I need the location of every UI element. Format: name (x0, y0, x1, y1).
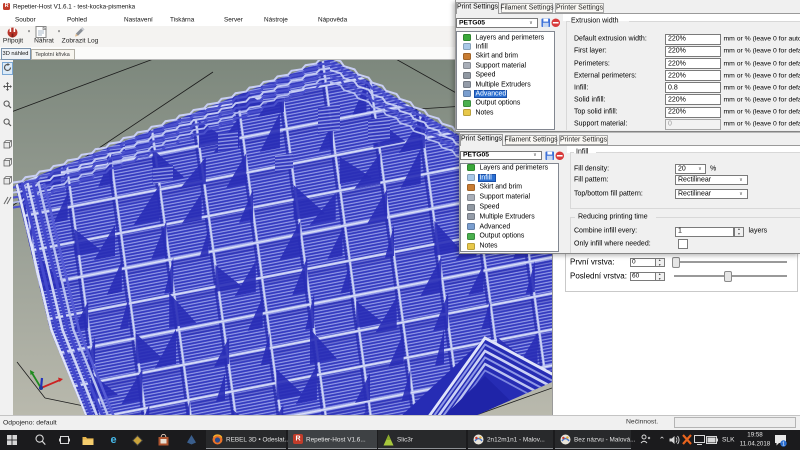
svg-text:1: 1 (782, 441, 785, 447)
